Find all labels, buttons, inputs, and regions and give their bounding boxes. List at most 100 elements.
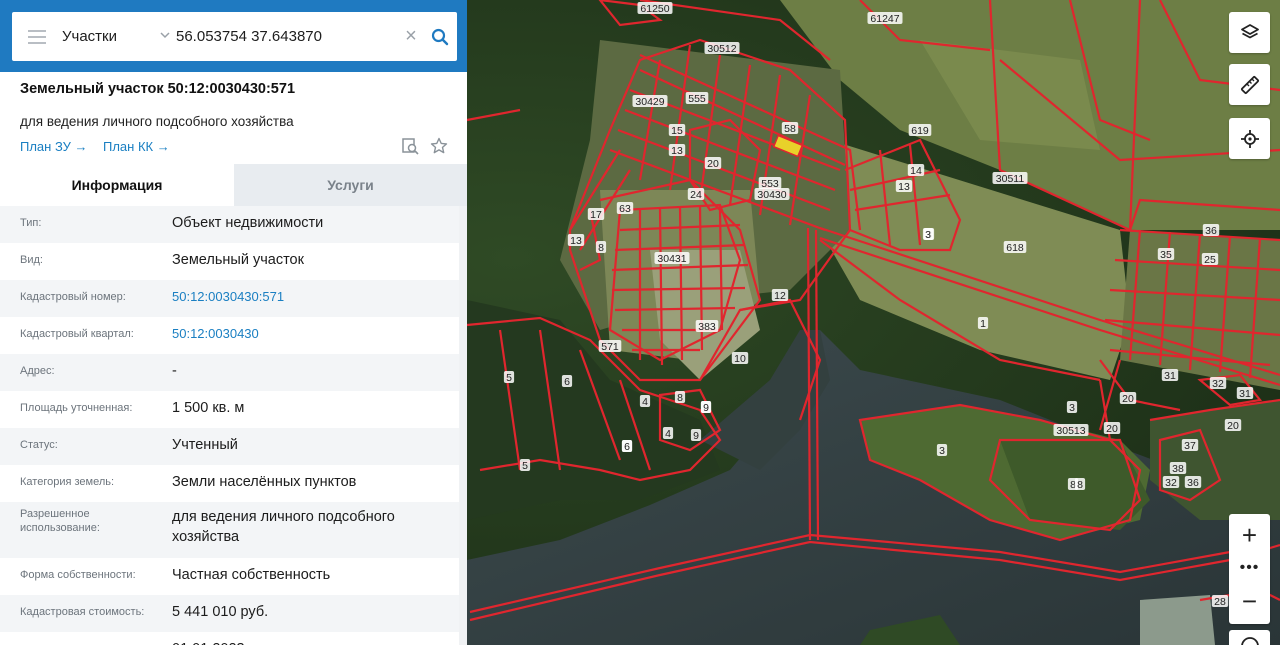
parcel-number-label: 32: [1162, 476, 1180, 489]
parcel-number-label: 30430: [754, 188, 790, 201]
parcel-number-label: 13: [567, 234, 585, 247]
svg-text:31: 31: [1239, 388, 1251, 400]
svg-text:4: 4: [642, 396, 648, 408]
app-root: 61250 61247 30512 30429 555 15 13 20 58 553 30430 6…: [0, 0, 1280, 645]
object-type-select[interactable]: Участки: [62, 12, 174, 61]
svg-text:3: 3: [925, 229, 931, 241]
parcel-number-label: 555: [685, 92, 709, 105]
search-input[interactable]: [174, 12, 399, 61]
svg-text:63: 63: [619, 203, 631, 215]
compass-button[interactable]: [1229, 630, 1270, 645]
zoom-in-button[interactable]: +: [1229, 514, 1270, 556]
property-row: Площадь уточненная: 1 500 кв. м: [0, 391, 459, 428]
parcel-number-label: 30513: [1053, 424, 1089, 437]
svg-text:383: 383: [698, 321, 716, 333]
parcel-number-label: 571: [598, 340, 622, 353]
more-zoom-button[interactable]: •••: [1229, 556, 1270, 580]
crosshair-icon: [1240, 129, 1259, 148]
svg-text:15: 15: [671, 125, 683, 137]
plan-kk-link[interactable]: План КК →: [103, 139, 170, 154]
property-value-link[interactable]: 50:12:0030430: [152, 324, 459, 344]
parcel-number-label: 61247: [867, 12, 903, 25]
parcel-number-label: 30511: [992, 172, 1028, 185]
parcel-number-label: 30512: [704, 42, 740, 55]
search-icon[interactable]: [423, 12, 457, 61]
property-label: Статус:: [20, 439, 58, 451]
svg-text:14: 14: [910, 165, 922, 177]
star-icon[interactable]: [430, 137, 448, 155]
svg-text:6: 6: [564, 376, 570, 388]
property-value: -: [172, 363, 177, 379]
parcel-number-label: 6: [561, 375, 573, 388]
svg-text:20: 20: [1106, 423, 1118, 435]
svg-text:58: 58: [784, 123, 796, 135]
parcel-number-label: 10: [731, 352, 749, 365]
property-value: Учтенный: [172, 437, 238, 453]
info-panel: Участки × Земельный участок 50:12:003043…: [0, 0, 467, 645]
svg-text:8: 8: [598, 242, 604, 254]
parcel-number-label: 20: [704, 157, 722, 170]
parcel-number-label: 618: [1003, 241, 1027, 254]
parcel-number-label: 38: [1169, 462, 1187, 475]
parcel-number-label: 6: [621, 440, 633, 453]
property-row: Вид: Земельный участок: [0, 243, 459, 280]
compass-icon: [1240, 637, 1259, 645]
svg-text:30511: 30511: [996, 173, 1025, 185]
property-label: Кадастровый квартал:: [20, 328, 134, 340]
svg-text:13: 13: [671, 145, 683, 157]
svg-text:24: 24: [690, 189, 702, 201]
property-row: Категория земель: Земли населённых пункто…: [0, 465, 459, 502]
scrollbar[interactable]: [459, 206, 467, 645]
svg-text:3: 3: [939, 445, 945, 457]
property-row: Тип: Объект недвижимости: [0, 206, 459, 243]
parcel-number-label: 8: [674, 391, 686, 404]
svg-text:32: 32: [1165, 477, 1177, 489]
property-label: Разрешенное использование:: [20, 508, 100, 534]
layers-icon: [1240, 23, 1259, 38]
svg-text:10: 10: [734, 353, 746, 365]
parcel-number-label: 31: [1236, 387, 1254, 400]
parcel-number-label: 5: [519, 459, 531, 472]
property-row: Кадастровая стоимость: 5 441 010 руб.: [0, 595, 459, 632]
svg-text:35: 35: [1160, 249, 1172, 261]
parcel-number-label: 37: [1181, 439, 1199, 452]
property-label: Форма собственности:: [20, 569, 136, 581]
zoom-out-button[interactable]: −: [1229, 580, 1270, 622]
properties-list: Тип: Объект недвижимости Вид: Земельный уча…: [0, 206, 459, 645]
parcel-number-label: 3: [1066, 401, 1078, 414]
parcel-number-label: 4: [639, 395, 651, 408]
property-row: Адрес: -: [0, 354, 459, 391]
property-value: 5 441 010 руб.: [172, 604, 269, 620]
property-value: для ведения личного подсобного хозяйства: [172, 509, 395, 545]
svg-text:20: 20: [707, 158, 719, 170]
locate-button[interactable]: [1229, 118, 1270, 159]
svg-text:30429: 30429: [635, 96, 664, 108]
svg-text:618: 618: [1006, 242, 1024, 254]
svg-text:9: 9: [703, 402, 709, 414]
parcel-number-label: 20: [1224, 419, 1242, 432]
svg-text:37: 37: [1184, 440, 1196, 452]
parcel-number-label: 14: [907, 164, 925, 177]
property-row: Кадастровый квартал: 50:12:0030430: [0, 317, 459, 354]
svg-text:36: 36: [1187, 477, 1199, 489]
svg-text:13: 13: [898, 181, 910, 193]
tab-information[interactable]: Информация: [0, 164, 234, 206]
plan-zu-link[interactable]: План ЗУ →: [20, 139, 88, 154]
property-row: Статус: Учтенный: [0, 428, 459, 465]
svg-text:5: 5: [522, 460, 528, 472]
clear-icon[interactable]: ×: [399, 12, 423, 61]
menu-icon[interactable]: [12, 12, 62, 61]
svg-text:4: 4: [665, 428, 671, 440]
parcel-number-label: 30429: [632, 95, 668, 108]
layers-button[interactable]: [1229, 12, 1270, 53]
svg-text:619: 619: [911, 125, 929, 137]
parcel-number-label: 36: [1184, 476, 1202, 489]
svg-text:36: 36: [1205, 225, 1217, 237]
measure-button[interactable]: [1229, 64, 1270, 105]
svg-text:571: 571: [601, 341, 619, 353]
property-value-link[interactable]: 50:12:0030430:571: [152, 287, 459, 307]
svg-text:30430: 30430: [757, 189, 786, 201]
parcel-number-label: 58: [781, 122, 799, 135]
tab-services[interactable]: Услуги: [234, 164, 467, 206]
find-on-map-icon[interactable]: [401, 137, 419, 155]
